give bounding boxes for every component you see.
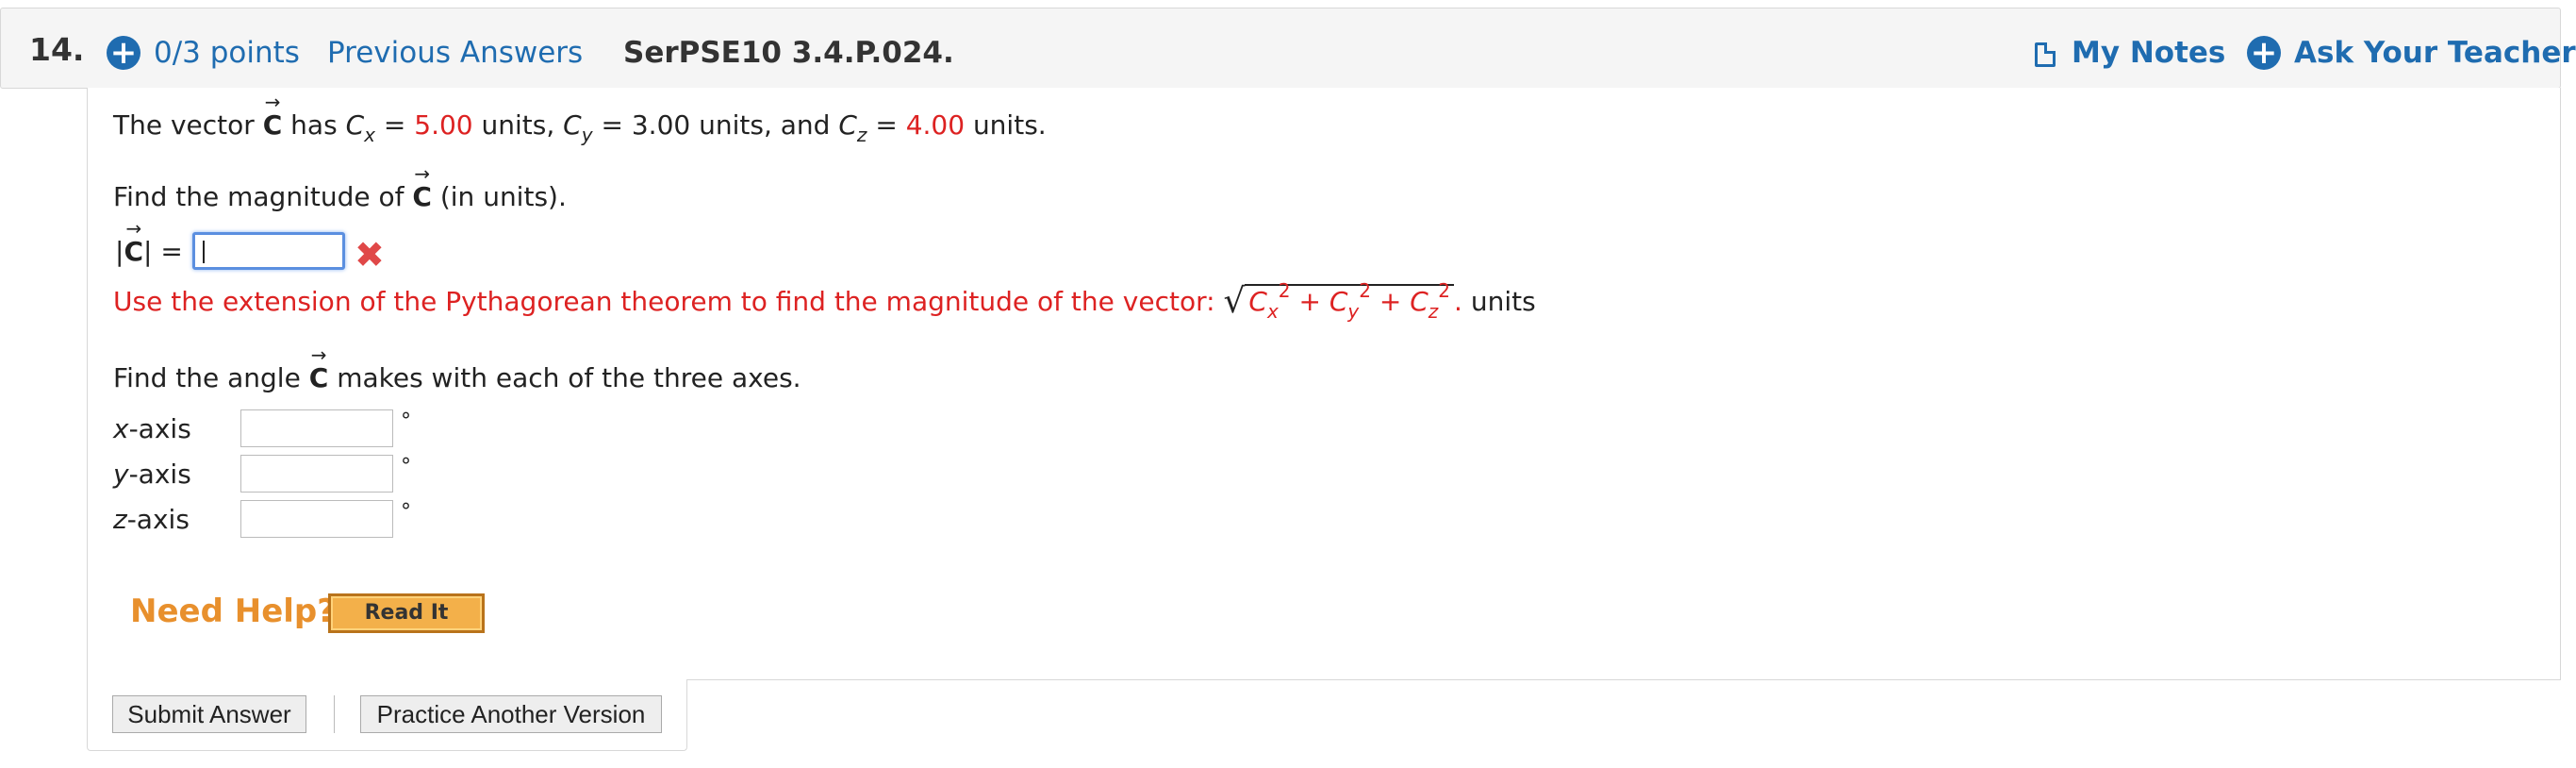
cy-value: 3.00 bbox=[631, 109, 691, 141]
assignment-id: SerPSE10 3.4.P.024. bbox=[623, 36, 954, 70]
read-it-button[interactable]: Read It bbox=[328, 593, 485, 633]
y-axis-angle-input[interactable] bbox=[240, 455, 393, 493]
points-link[interactable]: 0/3 points bbox=[154, 36, 300, 70]
sqrt-formula: √ Cx2 + Cy2 + Cz2 bbox=[1223, 279, 1455, 323]
need-help-label: Need Help? bbox=[130, 593, 336, 630]
cx-value: 5.00 bbox=[414, 109, 473, 141]
previous-answers-link[interactable]: Previous Answers bbox=[327, 36, 583, 70]
practice-another-version-button[interactable]: Practice Another Version bbox=[360, 695, 662, 733]
angle-prompt: Find the angle C makes with each of the … bbox=[113, 343, 801, 393]
z-axis-degree-unit: ° bbox=[401, 500, 411, 524]
z-axis-angle-input[interactable] bbox=[240, 500, 393, 538]
magnitude-feedback: Use the extension of the Pythagorean the… bbox=[113, 279, 1536, 323]
x-axis-label: x-axis bbox=[113, 413, 191, 444]
feedback-units: units bbox=[1470, 286, 1536, 317]
my-notes-link[interactable]: My Notes bbox=[2072, 36, 2225, 70]
vector-c: C bbox=[263, 91, 283, 141]
incorrect-x-icon: ✖ bbox=[355, 234, 385, 275]
magnitude-input[interactable] bbox=[192, 232, 345, 270]
notes-icon[interactable] bbox=[2035, 42, 2056, 67]
ask-teacher-link[interactable]: Ask Your Teacher bbox=[2294, 36, 2576, 70]
plus-circle-icon[interactable]: + bbox=[107, 36, 140, 70]
button-separator bbox=[334, 695, 335, 733]
magnitude-prompt: Find the magnitude of C (in units). bbox=[113, 162, 567, 212]
question-number: 14. bbox=[29, 31, 85, 68]
ask-teacher-plus-icon[interactable]: + bbox=[2247, 36, 2281, 70]
submit-answer-button[interactable]: Submit Answer bbox=[112, 695, 306, 733]
sqrt-icon: √ bbox=[1223, 282, 1246, 321]
question-header: 14. + 0/3 points Previous Answers SerPSE… bbox=[0, 8, 2576, 89]
cz-value: 4.00 bbox=[905, 109, 966, 141]
x-axis-angle-input[interactable] bbox=[240, 409, 393, 447]
z-axis-label: z-axis bbox=[113, 504, 190, 535]
magnitude-label: |C| = bbox=[115, 217, 183, 267]
problem-statement: The vector C has Cx = 5.00 units, Cy = 3… bbox=[113, 91, 1047, 146]
text-caret bbox=[203, 241, 205, 263]
y-axis-label: y-axis bbox=[113, 459, 191, 490]
x-axis-degree-unit: ° bbox=[401, 409, 411, 433]
y-axis-degree-unit: ° bbox=[401, 455, 411, 478]
